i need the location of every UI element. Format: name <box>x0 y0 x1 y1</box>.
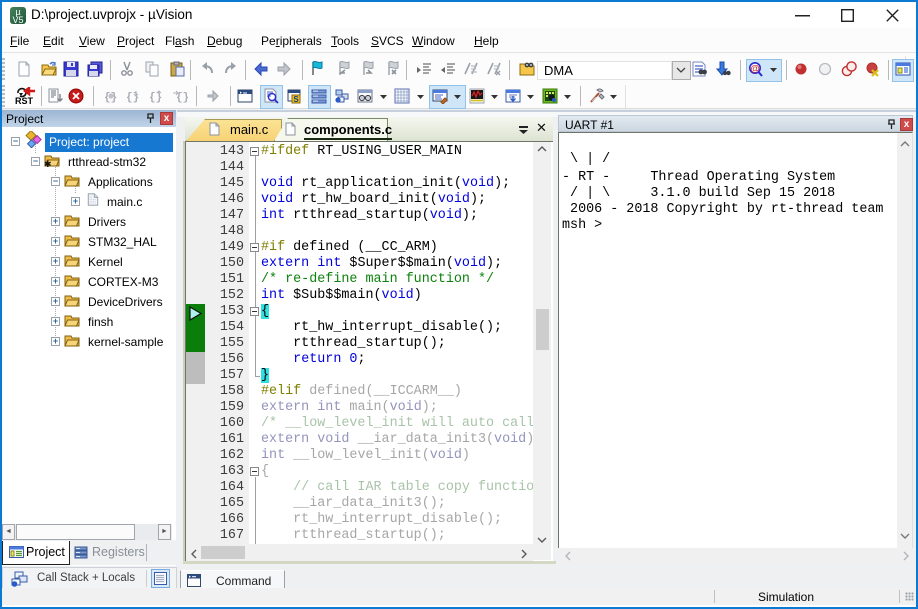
svg-text:@: @ <box>750 64 759 75</box>
svg-text:{}: {} <box>149 92 162 104</box>
svg-text:S: S <box>293 95 299 104</box>
svg-text:{}: {} <box>126 92 139 104</box>
svg-text:✱: ✱ <box>44 159 52 167</box>
svg-text:RST: RST <box>15 96 34 105</box>
